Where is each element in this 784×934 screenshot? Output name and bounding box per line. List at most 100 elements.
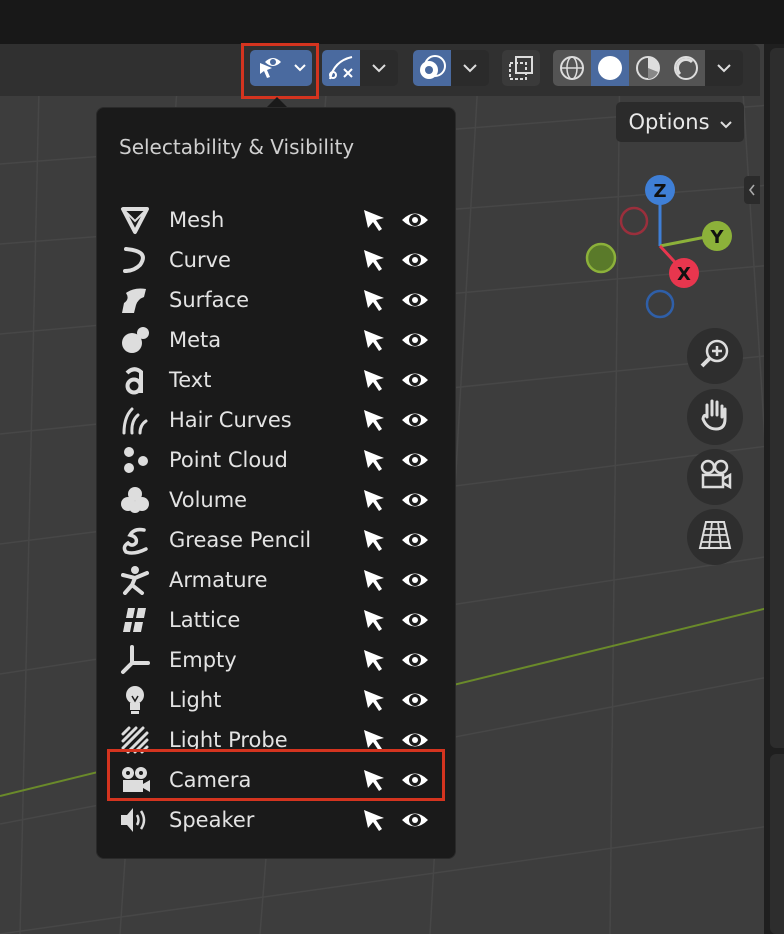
mesh-icon xyxy=(119,204,151,236)
selectable-cursor-icon[interactable] xyxy=(362,688,386,712)
gizmo-icon xyxy=(326,53,356,83)
gizmo-toggle-button[interactable] xyxy=(322,50,360,86)
lattice-icon xyxy=(119,604,151,636)
visibility-eye-icon[interactable] xyxy=(401,646,429,674)
selectable-cursor-icon[interactable] xyxy=(362,808,386,832)
selectable-cursor-icon[interactable] xyxy=(362,208,386,232)
list-item-lattice: Lattice xyxy=(107,600,447,640)
visibility-eye-icon[interactable] xyxy=(401,566,429,594)
selectability-visibility-popup: Selectability & Visibility Mesh Curve Su… xyxy=(96,107,456,859)
zoom-icon xyxy=(698,337,732,375)
visibility-eye-icon[interactable] xyxy=(401,446,429,474)
options-label: Options xyxy=(628,110,710,134)
visibility-eye-icon[interactable] xyxy=(401,326,429,354)
rendered-icon xyxy=(672,54,700,82)
visibility-eye-icon[interactable] xyxy=(401,606,429,634)
selectable-cursor-icon[interactable] xyxy=(362,448,386,472)
speaker-icon xyxy=(119,804,151,836)
navigation-gizmo[interactable]: Z Y X xyxy=(580,170,740,330)
camera-view-icon xyxy=(697,458,733,496)
solid-icon xyxy=(596,54,624,82)
options-dropdown[interactable]: Options xyxy=(616,102,744,142)
list-item-armature: Armature xyxy=(107,560,447,600)
gizmo-dropdown[interactable] xyxy=(360,50,398,86)
pan-hand-icon xyxy=(698,397,732,437)
shading-solid-button[interactable] xyxy=(591,50,629,86)
item-label: Surface xyxy=(169,288,250,312)
pan-button[interactable] xyxy=(687,389,743,445)
hair-curves-icon xyxy=(119,404,151,436)
list-item-hair-curves: Hair Curves xyxy=(107,400,447,440)
visibility-eye-icon[interactable] xyxy=(401,526,429,554)
shading-material-button[interactable] xyxy=(629,50,667,86)
visibility-eye-icon[interactable] xyxy=(401,206,429,234)
list-item-light: Light xyxy=(107,680,447,720)
selectable-cursor-icon[interactable] xyxy=(362,248,386,272)
highlight-box-selectability xyxy=(241,43,319,99)
curve-icon xyxy=(119,244,151,276)
visibility-eye-icon[interactable] xyxy=(401,486,429,514)
visibility-eye-icon[interactable] xyxy=(401,366,429,394)
list-item-surface: Surface xyxy=(107,280,447,320)
overlay-toggle-button[interactable] xyxy=(413,50,451,86)
visibility-eye-icon[interactable] xyxy=(401,246,429,274)
item-label: Mesh xyxy=(169,208,225,232)
neg-y-handle xyxy=(585,242,617,274)
popup-title: Selectability & Visibility xyxy=(119,135,355,159)
item-label: Empty xyxy=(169,648,237,672)
empty-icon xyxy=(119,644,151,676)
visibility-eye-icon[interactable] xyxy=(401,686,429,714)
item-label: Text xyxy=(169,368,212,392)
text-icon xyxy=(119,364,151,396)
selectable-cursor-icon[interactable] xyxy=(362,648,386,672)
shading-dropdown[interactable] xyxy=(705,50,743,86)
selectable-cursor-icon[interactable] xyxy=(362,328,386,352)
selectable-cursor-icon[interactable] xyxy=(362,528,386,552)
list-item-curve: Curve xyxy=(107,240,447,280)
chevron-down-icon xyxy=(717,63,731,73)
list-item-volume: Volume xyxy=(107,480,447,520)
selectable-cursor-icon[interactable] xyxy=(362,408,386,432)
visibility-eye-icon[interactable] xyxy=(401,806,429,834)
ortho-toggle-button[interactable] xyxy=(687,509,743,565)
item-label: Meta xyxy=(169,328,222,352)
neg-x-handle xyxy=(619,206,649,236)
selectable-cursor-icon[interactable] xyxy=(362,488,386,512)
chevron-left-icon xyxy=(748,181,756,200)
armature-icon xyxy=(119,564,151,596)
visibility-eye-icon[interactable] xyxy=(401,286,429,314)
item-label: Lattice xyxy=(169,608,241,632)
item-label: Speaker xyxy=(169,808,255,832)
selectable-cursor-icon[interactable] xyxy=(362,608,386,632)
list-item-speaker: Speaker xyxy=(107,800,447,840)
selectable-cursor-icon[interactable] xyxy=(362,288,386,312)
y-axis-label: Y xyxy=(709,227,724,248)
wireframe-icon xyxy=(558,54,586,82)
chevron-down-icon xyxy=(372,63,386,73)
item-label: Volume xyxy=(169,488,248,512)
sidebar-panel-top xyxy=(770,48,784,748)
item-label: Hair Curves xyxy=(169,408,292,432)
sidebar-toggle-tab[interactable] xyxy=(744,176,760,204)
point-cloud-icon xyxy=(119,444,151,476)
selectable-cursor-icon[interactable] xyxy=(362,368,386,392)
surface-icon xyxy=(119,284,151,316)
zoom-button[interactable] xyxy=(687,328,743,384)
right-sidebar-edge xyxy=(764,44,784,934)
top-bar xyxy=(0,0,784,44)
list-item-mesh: Mesh xyxy=(107,200,447,240)
visibility-eye-icon[interactable] xyxy=(401,406,429,434)
shading-rendered-button[interactable] xyxy=(667,50,705,86)
xray-toggle-button[interactable] xyxy=(502,50,540,86)
neg-z-handle xyxy=(645,289,675,319)
volume-icon xyxy=(119,484,151,516)
item-label: Light xyxy=(169,688,222,712)
chevron-down-icon xyxy=(719,110,732,134)
camera-view-button[interactable] xyxy=(687,449,743,505)
chevron-down-icon xyxy=(463,63,477,73)
selectable-cursor-icon[interactable] xyxy=(362,568,386,592)
xray-icon xyxy=(507,54,535,82)
shading-wireframe-button[interactable] xyxy=(553,50,591,86)
overlay-dropdown[interactable] xyxy=(451,50,489,86)
ortho-grid-icon xyxy=(698,520,732,554)
